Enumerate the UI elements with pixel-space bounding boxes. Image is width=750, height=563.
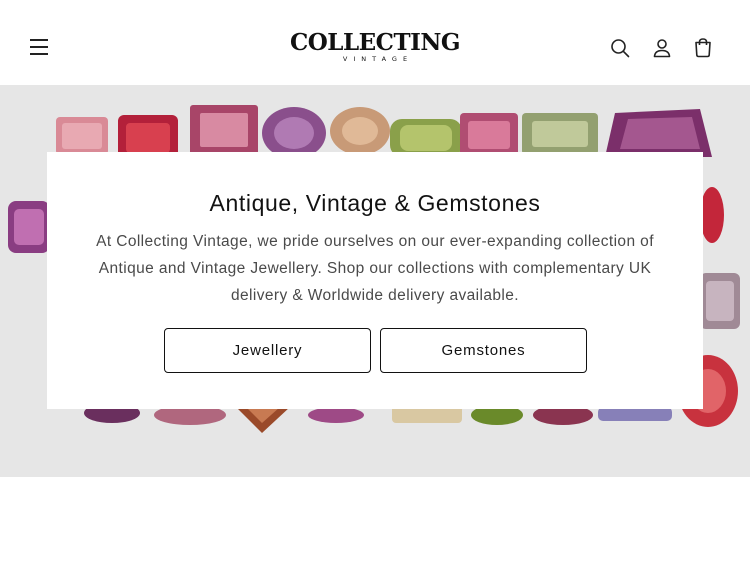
account-icon[interactable]	[650, 36, 674, 60]
menu-icon[interactable]	[26, 34, 52, 60]
jewellery-button[interactable]: Jewellery	[164, 328, 371, 373]
hero-description: At Collecting Vintage, we pride ourselve…	[96, 233, 654, 304]
site-logo[interactable]: COLLECTING VINTAGE	[275, 29, 475, 64]
logo-main-text: COLLECTING	[289, 29, 461, 56]
hero-banner: Antique, Vintage & Gemstones At Collecti…	[0, 85, 750, 477]
search-icon[interactable]	[608, 36, 632, 60]
gemstones-button[interactable]: Gemstones	[380, 328, 587, 373]
cart-icon[interactable]	[691, 36, 715, 60]
site-header: COLLECTING VINTAGE	[0, 0, 750, 85]
hero-title: Antique, Vintage & Gemstones	[209, 190, 541, 216]
hero-content-box: Antique, Vintage & Gemstones At Collecti…	[47, 152, 703, 409]
logo-sub-text: VINTAGE	[342, 55, 414, 63]
